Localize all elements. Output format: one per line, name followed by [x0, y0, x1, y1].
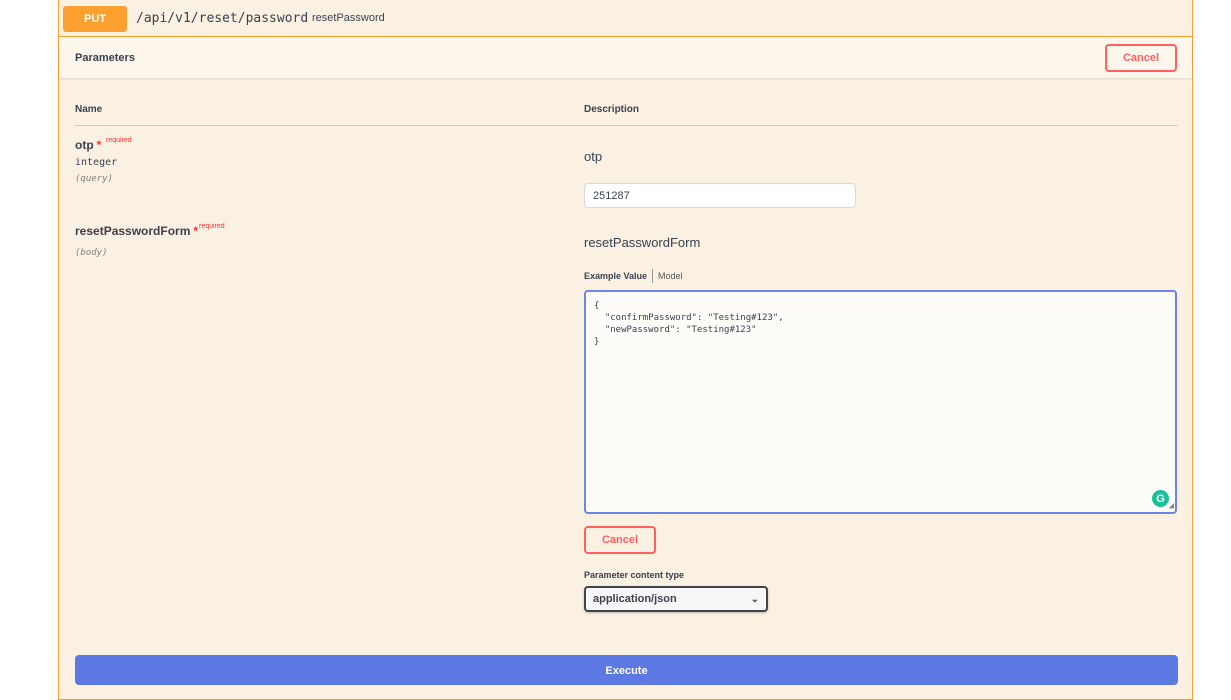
content-type-value: application/json — [593, 593, 677, 605]
parameters-title: Parameters — [75, 52, 135, 64]
body-editor[interactable]: { "confirmPassword": "Testing#123", "new… — [584, 290, 1177, 514]
content-type-select[interactable]: application/json ⌄ — [584, 586, 768, 612]
cancel-body-button[interactable]: Cancel — [584, 526, 656, 554]
required-label: required — [199, 223, 225, 230]
operation-summary[interactable]: PUT /api/v1/reset/password resetPassword — [59, 0, 1192, 37]
required-star: * — [96, 138, 102, 152]
required-star: * — [193, 224, 199, 238]
tab-model[interactable]: Model — [658, 271, 683, 281]
chevron-down-icon: ⌄ — [750, 593, 759, 605]
tab-separator — [652, 269, 654, 283]
param-location: (body) — [75, 248, 108, 258]
otp-input[interactable]: 251287 — [584, 183, 856, 208]
column-header-name: Name — [75, 104, 103, 115]
param-description-body: resetPasswordForm — [584, 235, 701, 250]
tab-example-value[interactable]: Example Value — [584, 271, 647, 281]
param-name-reset-password-form: resetPasswordForm * — [75, 224, 198, 238]
param-location: (query) — [75, 174, 113, 184]
method-badge: PUT — [63, 6, 127, 32]
execute-button[interactable]: Execute — [75, 655, 1178, 685]
column-header-description: Description — [584, 104, 640, 115]
resize-handle-icon[interactable]: ◢ — [1169, 502, 1174, 511]
operation-block: PUT /api/v1/reset/password resetPassword… — [58, 0, 1193, 700]
operation-id: resetPassword — [312, 12, 385, 24]
parameters-header: Parameters Cancel — [59, 37, 1192, 78]
header-divider — [75, 125, 1178, 126]
content-type-label: Parameter content type — [584, 570, 685, 580]
param-name-otp: otp * — [75, 138, 101, 152]
body-tabs: Example Value Model — [584, 269, 683, 283]
operation-path: /api/v1/reset/password — [136, 11, 309, 26]
param-name-text: otp — [75, 138, 94, 152]
cancel-try-out-button[interactable]: Cancel — [1105, 44, 1177, 72]
required-label: required — [106, 137, 132, 144]
param-type: integer — [75, 157, 118, 168]
body-text: { "confirmPassword": "Testing#123", "new… — [594, 301, 784, 347]
param-name-text: resetPasswordForm — [75, 224, 191, 238]
param-description-otp: otp — [584, 149, 603, 164]
grammarly-icon[interactable]: G — [1152, 490, 1169, 507]
